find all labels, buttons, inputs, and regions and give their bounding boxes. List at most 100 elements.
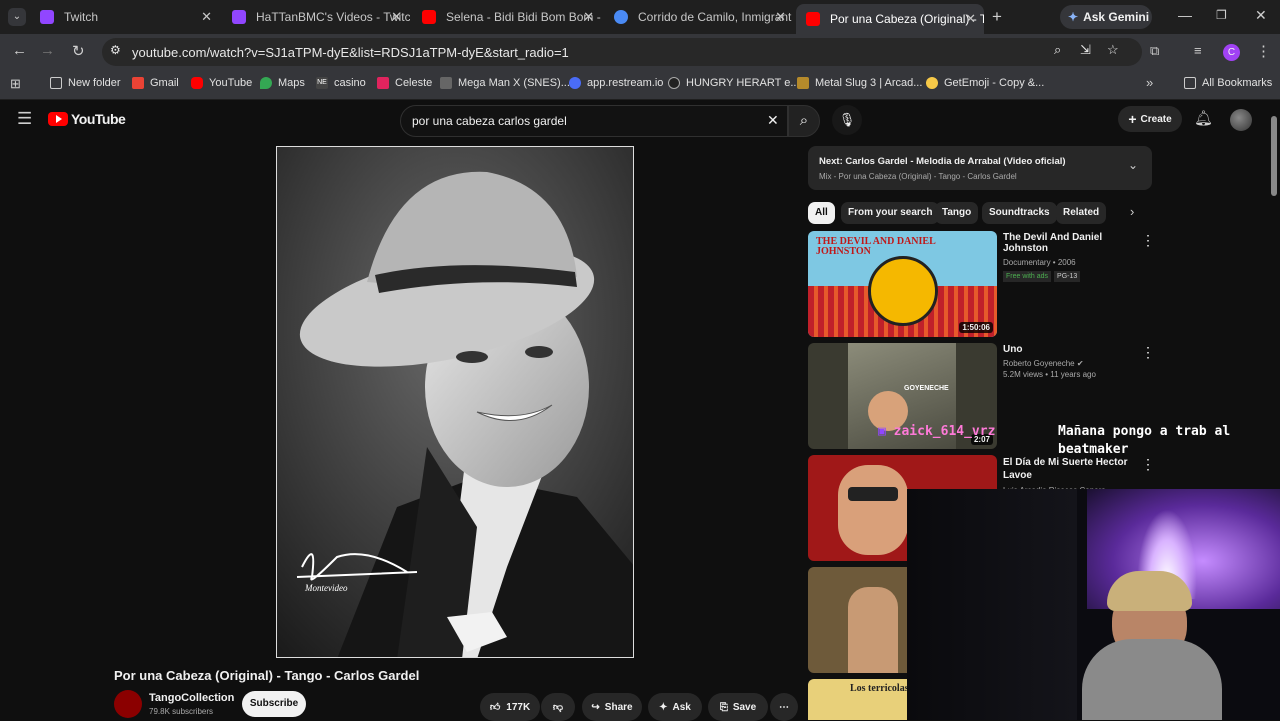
channel-name[interactable]: TangoCollection [149, 692, 234, 704]
chip-tango[interactable]: Tango [935, 202, 979, 224]
new-tab-icon[interactable]: + [992, 7, 1002, 27]
rec-info[interactable]: Uno Roberto Goyeneche ✔ 5.2M views • 11 … [1003, 344, 1143, 379]
tab-twitch[interactable]: Twitch ✕ [30, 4, 220, 30]
install-icon[interactable]: ⇲ [1080, 42, 1091, 58]
bookmark-star-icon[interactable]: ☆ [1107, 42, 1119, 58]
zoom-icon[interactable]: ⌕ [1054, 42, 1061, 58]
bookmark-item[interactable]: app.restream.io [569, 77, 663, 89]
account-avatar[interactable] [1230, 109, 1252, 131]
tab-corrido[interactable]: Corrido de Camilo, Inmigrant ✕ [604, 4, 794, 30]
ask-label: Ask [672, 701, 691, 713]
chevron-right-icon[interactable]: › [1130, 204, 1134, 219]
youtube-play-icon [48, 112, 68, 126]
window-close-icon[interactable]: ✕ [1255, 7, 1267, 24]
channel-avatar[interactable] [114, 690, 142, 718]
rating-badge: PG-13 [1054, 271, 1081, 282]
bookmark-label: Metal Slug 3 | Arcad... [815, 77, 923, 89]
close-icon[interactable]: ✕ [201, 9, 212, 25]
bookmark-label: GetEmoji - Copy &... [944, 77, 1045, 89]
microphone-icon[interactable]: 🎙 [832, 105, 862, 135]
rec-info[interactable]: The Devil And Daniel Johnston Documentar… [1003, 232, 1143, 282]
chevron-down-icon[interactable]: ⌄ [1128, 158, 1138, 172]
ask-button[interactable]: ✦ Ask [648, 693, 702, 721]
rec-menu-icon[interactable]: ⋮ [1141, 232, 1155, 249]
bookmark-label: casino [334, 77, 366, 89]
save-button[interactable]: ⎘ Save [708, 693, 768, 721]
ask-gemini-button[interactable]: ✦ Ask Gemini [1060, 5, 1152, 29]
apps-grid-icon[interactable]: ⊞ [10, 76, 21, 92]
close-icon[interactable]: ✕ [775, 9, 786, 25]
close-icon[interactable]: ✕ [965, 11, 976, 27]
tab-por-una-cabeza[interactable]: Por una Cabeza (Original) - Ta ✕ [796, 4, 984, 34]
next-up-panel[interactable]: Next: Carlos Gardel - Melodia de Arrabal… [808, 146, 1152, 190]
free-with-ads-badge: Free with ads [1003, 271, 1052, 282]
subscriber-count: 79.8K subscribers [149, 707, 214, 716]
celeste-icon [377, 77, 389, 89]
youtube-icon [191, 77, 203, 89]
bookmark-label: Celeste [395, 77, 433, 89]
tab-selena[interactable]: Selena - Bidi Bidi Bom Bom - ✕ [412, 4, 602, 30]
bookmark-item[interactable]: NE casino [316, 77, 366, 89]
share-button[interactable]: ↪ Share [582, 693, 642, 721]
search-icon[interactable]: ⌕ [788, 105, 820, 137]
rec-views: 5.2M views • 11 years ago [1003, 370, 1096, 379]
bookmark-item[interactable]: New folder [50, 77, 121, 89]
bookmark-item[interactable]: YouTube [191, 77, 252, 89]
extensions-icon[interactable]: ⧉ [1150, 43, 1159, 59]
hamburger-menu-icon[interactable]: ☰ [17, 109, 32, 129]
subscribe-button[interactable]: Subscribe [242, 691, 306, 717]
tab-label: HaTTanBMC's Videos - Twitch [256, 10, 410, 24]
chip-soundtracks[interactable]: Soundtracks [982, 202, 1057, 224]
more-bookmarks-icon[interactable]: » [1146, 75, 1153, 90]
forward-icon[interactable]: → [40, 42, 55, 59]
bookmark-item[interactable]: Metal Slug 3 | Arcad... [797, 77, 922, 89]
rec-thumbnail[interactable]: THE DEVIL AND DANIEL JOHNSTON 1:50:06 [808, 231, 997, 337]
like-button[interactable]: 👍︎ 177K [480, 693, 540, 721]
bookmark-item[interactable]: Mega Man X (SNES)... [440, 77, 570, 89]
profile-avatar[interactable]: C [1223, 44, 1240, 61]
page-scrollbar[interactable] [1271, 116, 1277, 196]
maps-icon [260, 77, 272, 89]
video-player[interactable]: Montevideo [276, 146, 634, 658]
chip-all[interactable]: All [808, 202, 835, 224]
menu-icon[interactable]: ⋮ [1256, 42, 1271, 60]
media-control-icon[interactable]: ≡ [1194, 43, 1202, 58]
bookmark-item[interactable]: Celeste [377, 77, 432, 89]
maximize-icon[interactable]: ❐ [1216, 8, 1227, 22]
chip-from-your-search[interactable]: From your search [841, 202, 940, 224]
youtube-logo[interactable]: YouTube [48, 111, 126, 127]
chat-username: zaick_614_vrz [893, 424, 996, 439]
bookmark-item[interactable]: Gmail [132, 77, 179, 89]
tab-hattanbmc[interactable]: HaTTanBMC's Videos - Twitch ✕ [222, 4, 410, 30]
dislike-button[interactable]: 👎︎ [541, 693, 575, 721]
clear-search-icon[interactable]: ✕ [767, 112, 779, 129]
mix-subtitle: Mix - Por una Cabeza (Original) - Tango … [819, 172, 1017, 181]
bookmark-label: YouTube [209, 77, 253, 89]
bookmark-label: Gmail [150, 77, 179, 89]
close-icon[interactable]: ✕ [391, 9, 402, 25]
minimize-icon[interactable]: — [1178, 7, 1192, 23]
stream-chat-overlay: ▣ zaick_614_vrz Mañana pongo a trab al b… [878, 423, 1280, 463]
close-icon[interactable]: ✕ [583, 9, 594, 25]
video-title: Por una Cabeza (Original) - Tango - Carl… [114, 668, 420, 683]
reload-icon[interactable]: ↻ [72, 42, 85, 60]
rec-meta: Documentary • 2006 [1003, 258, 1076, 267]
bookmark-item[interactable]: HUNGRY HERART e... [668, 77, 800, 89]
metalslug-icon [797, 77, 809, 89]
bookmark-item[interactable]: Maps [260, 77, 305, 89]
chip-related[interactable]: Related [1056, 202, 1107, 224]
all-bookmarks[interactable]: All Bookmarks [1184, 77, 1272, 89]
rec-title: Uno [1003, 344, 1023, 355]
back-icon[interactable]: ← [12, 42, 27, 59]
search-input[interactable]: por una cabeza carlos gardel ✕ [400, 105, 788, 137]
bookmark-item[interactable]: GetEmoji - Copy &... [926, 77, 1044, 89]
more-actions-button[interactable]: ⋯ [770, 693, 798, 721]
omnibox[interactable]: ⚙ youtube.com/watch?v=SJ1aTPM-dyE&list=R… [102, 38, 1142, 66]
thumbnail-text: Los terricolas [850, 683, 909, 694]
site-info-icon[interactable]: ⚙ [110, 43, 121, 57]
tab-search-icon[interactable]: ⌄ [8, 8, 26, 26]
rec-menu-icon[interactable]: ⋮ [1141, 344, 1155, 361]
create-button[interactable]: + Create [1118, 106, 1182, 132]
notifications-bell-icon[interactable]: 🔔︎ [1194, 109, 1213, 127]
share-icon: ↪ [591, 701, 600, 713]
